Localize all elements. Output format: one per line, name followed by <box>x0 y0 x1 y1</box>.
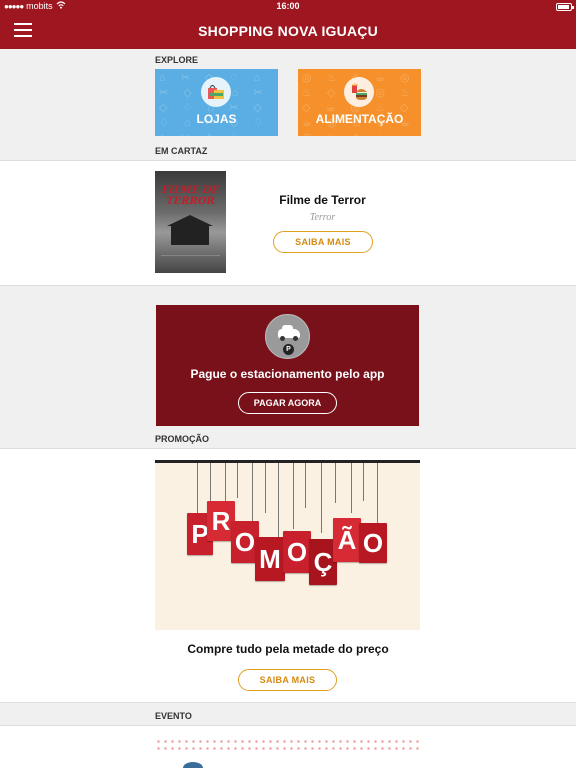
burger-fries-icon <box>344 77 374 107</box>
status-time: 16:00 <box>276 1 300 11</box>
promo-letter: M <box>255 537 285 581</box>
event-image[interactable] <box>155 738 420 768</box>
poster-title: FILME DE TERROR <box>161 185 220 207</box>
page-title: SHOPPING NOVA IGUAÇU <box>198 23 378 39</box>
event-decoration <box>183 762 203 768</box>
promo-letter: Ã <box>333 518 361 562</box>
promo-text: Compre tudo pela metade do preço <box>187 642 389 656</box>
tile-label: LOJAS <box>196 112 237 126</box>
movie-poster[interactable]: FILME DE TERROR <box>155 171 226 273</box>
tile-alimentacao[interactable]: ◎ ♨ ◇ ☕ ◎ ♨ ◇ ☕ ◎ ♨ ◇ ☕ ◎ ♨ ◇ ☕ ◎ ♨ ◇ ☕ … <box>298 69 421 136</box>
tile-lojas[interactable]: ⌂ ✂ ◇ ♢ ⌂ ✂ ◇ ♢ ⌂ ✂ ◇ ♢ ⌂ ✂ ◇ ♢ ⌂ ✂ ◇ ♢ … <box>155 69 278 136</box>
promo-letter: O <box>359 523 387 563</box>
battery-icon <box>556 3 574 11</box>
section-label-explore: EXPLORE <box>155 55 199 65</box>
section-label-promocao: PROMOÇÃO <box>155 434 209 444</box>
parking-banner: P Pague o estacionamento pelo app PAGAR … <box>156 305 419 426</box>
event-dots-pattern <box>155 738 420 752</box>
promo-saiba-mais-button[interactable]: SAIBA MAIS <box>238 669 337 691</box>
parking-car-icon: P <box>265 314 310 359</box>
pagar-agora-button[interactable]: PAGAR AGORA <box>238 392 337 414</box>
shopping-bag-icon <box>201 77 231 107</box>
movie-genre: Terror <box>309 212 336 223</box>
section-label-em-cartaz: EM CARTAZ <box>155 146 208 156</box>
promo-letter: O <box>283 531 311 573</box>
tile-label: ALIMENTAÇÃO <box>315 112 404 126</box>
movie-title: Filme de Terror <box>279 193 366 207</box>
section-label-evento: EVENTO <box>155 711 192 721</box>
parking-badge: P <box>283 344 294 355</box>
status-bar: ●●●●● mobits 16:00 <box>0 0 576 14</box>
promo-image[interactable]: P R O M O Ç Ã O <box>155 460 420 630</box>
movie-card <box>0 160 576 286</box>
app-header: SHOPPING NOVA IGUAÇU <box>0 14 576 49</box>
poster-house <box>171 225 209 245</box>
movie-saiba-mais-button[interactable]: SAIBA MAIS <box>273 231 373 253</box>
parking-text: Pague o estacionamento pelo app <box>190 367 385 381</box>
poster-credits <box>161 255 220 267</box>
